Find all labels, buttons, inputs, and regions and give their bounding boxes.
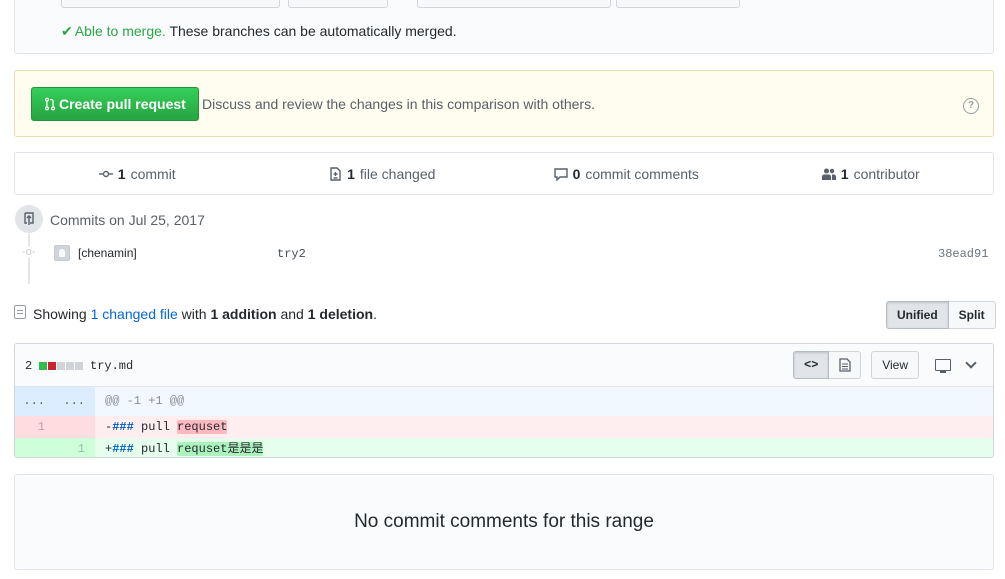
diffstat-del-square — [48, 362, 56, 370]
comments-label: commit comments — [585, 165, 699, 182]
commits-date-title: Commits on Jul 25, 2017 — [50, 212, 205, 228]
diffstat-count: 2 — [25, 359, 33, 373]
add-highlight: requset是是是 — [177, 442, 264, 456]
del-text: pull — [133, 420, 178, 434]
merge-status-text: These branches can be automatically merg… — [169, 23, 457, 39]
diffstat-bar — [39, 362, 83, 370]
no-comments-text: No commit comments for this range — [354, 511, 654, 532]
unified-button[interactable]: Unified — [886, 301, 949, 329]
hunk-expand-right[interactable]: ... — [55, 387, 95, 416]
line-number-old[interactable]: 1 — [15, 416, 55, 438]
summary-commits[interactable]: 1 commit — [15, 153, 260, 194]
file-icon — [14, 305, 26, 319]
diff-hunk-row: ... ... @@ -1 +1 @@ — [15, 387, 993, 416]
file-actions: <> View — [793, 351, 985, 379]
diffstat-add-square — [39, 362, 47, 370]
git-commit-icon — [98, 170, 113, 177]
contributors-label: contributor — [853, 165, 920, 182]
contributors-count: 1 — [840, 165, 849, 182]
base-ref-select[interactable] — [288, 0, 388, 8]
base-branch-select[interactable] — [61, 0, 280, 8]
git-pull-request-icon — [44, 97, 56, 111]
create-pull-request-button[interactable]: Create pull request — [31, 87, 199, 121]
add-text: pull — [133, 442, 178, 456]
source-diff-button[interactable]: <> — [793, 351, 830, 379]
file-diff: 2 try.md <> View ... ... @@ -1 +1 @@ 1 -… — [14, 343, 994, 458]
comment-icon — [553, 167, 568, 181]
toc-additions: 1 addition — [210, 306, 277, 322]
comments-count: 0 — [572, 165, 581, 182]
diffstat-neutral-square — [66, 362, 74, 370]
summary-contributors[interactable]: 1 contributor — [749, 153, 994, 194]
toc-period: . — [373, 306, 377, 322]
toc-prefix: Showing — [33, 306, 87, 322]
avatar[interactable] — [54, 245, 70, 261]
toc-deletions: 1 deletion — [307, 306, 374, 322]
create-pull-request-label: Create pull request — [59, 96, 186, 112]
line-number-new[interactable] — [55, 416, 95, 438]
del-highlight: requset — [177, 420, 228, 434]
diff-table: ... ... @@ -1 +1 @@ 1 -### pull requset … — [15, 387, 993, 457]
check-icon: ✔ — [61, 23, 73, 39]
head-repo-select[interactable] — [417, 0, 611, 8]
repo-push-icon — [15, 205, 43, 233]
files-count: 1 — [347, 165, 355, 182]
commit-message[interactable]: try2 — [277, 247, 306, 261]
compare-summary: 1 commit 1 file changed 0 commit comment… — [14, 152, 994, 195]
merge-status: ✔ Able to merge. These branches can be au… — [61, 23, 457, 40]
hunk-header: @@ -1 +1 @@ — [95, 387, 993, 416]
file-text-icon — [839, 358, 851, 372]
create-pr-box: Create pull request Discuss and review t… — [14, 70, 994, 137]
diff-toc-summary: Showing 1 changed file with 1 addition a… — [33, 306, 377, 322]
merge-status-ok: Able to merge. — [74, 23, 166, 39]
compare-branch-select[interactable] — [616, 0, 740, 8]
summary-files[interactable]: 1 file changed — [260, 153, 505, 194]
commits-label: commit — [130, 165, 176, 182]
diff-mode-toggle: Unified Split — [886, 301, 996, 329]
diffstat-neutral-square — [75, 362, 83, 370]
hunk-expand-left[interactable]: ... — [15, 387, 55, 416]
file-header: 2 try.md <> View — [15, 344, 993, 387]
files-label: file changed — [359, 165, 436, 182]
added-line: +### pull requset是是是 — [95, 438, 993, 457]
line-number-new[interactable]: 1 — [55, 438, 95, 457]
people-icon — [821, 168, 836, 180]
line-number-old[interactable] — [15, 438, 55, 457]
deleted-line: -### pull requset — [95, 416, 993, 438]
merge-box: ✔ Able to merge. These branches can be au… — [14, 0, 994, 54]
chevron-down-icon[interactable] — [965, 357, 977, 369]
toc-and: and — [280, 306, 304, 322]
create-pr-description: Discuss and review the changes in this c… — [202, 96, 595, 112]
view-file-button[interactable]: View — [871, 351, 919, 379]
commit-author[interactable]: [chenamin] — [78, 246, 137, 260]
diff-addition-row: 1 +### pull requset是是是 — [15, 438, 993, 457]
toc-with: with — [181, 306, 207, 322]
file-name[interactable]: try.md — [90, 359, 133, 373]
split-button[interactable]: Split — [948, 301, 996, 329]
file-diff-icon — [330, 166, 341, 181]
rich-diff-button[interactable] — [829, 351, 862, 379]
add-heading-marker: ### — [112, 442, 134, 456]
question-icon[interactable]: ? — [963, 98, 979, 114]
changed-files-link[interactable]: 1 changed file — [91, 306, 178, 322]
commits-count: 1 — [117, 165, 126, 182]
no-comments-blankslate: No commit comments for this range — [14, 474, 994, 570]
device-desktop-icon[interactable] — [935, 359, 951, 373]
del-heading-marker: ### — [112, 420, 134, 434]
commit-timeline — [28, 234, 30, 284]
commit-sha[interactable]: 38ead91 — [938, 247, 988, 261]
git-commit-icon: -o- — [22, 246, 36, 258]
diffstat-neutral-square — [57, 362, 65, 370]
summary-comments[interactable]: 0 commit comments — [504, 153, 749, 194]
diff-deletion-row: 1 -### pull requset — [15, 416, 993, 438]
